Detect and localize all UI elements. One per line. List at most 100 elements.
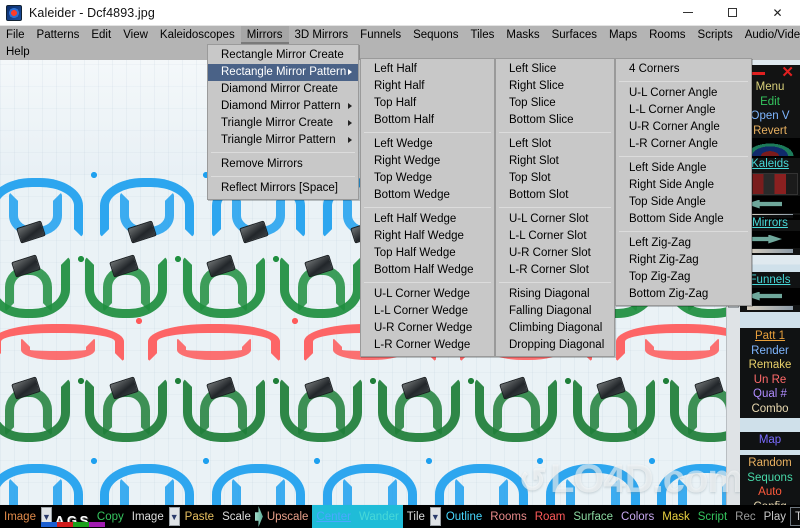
- toolbar-button-rooms[interactable]: Rooms: [486, 505, 530, 528]
- menu-item-bottom-half-wedge[interactable]: Bottom Half Wedge: [361, 262, 494, 279]
- right-toolbar-button-map[interactable]: Map: [740, 433, 800, 448]
- menu-item-sequons[interactable]: Sequons: [407, 26, 464, 44]
- menu-item-patterns[interactable]: Patterns: [31, 26, 86, 44]
- toolbar-button-outline[interactable]: Outline: [442, 505, 486, 528]
- menu-item-l-r-corner-slot[interactable]: L-R Corner Slot: [496, 262, 614, 279]
- menu-item-top-slice[interactable]: Top Slice: [496, 95, 614, 112]
- menu-item-u-r-corner-angle[interactable]: U-R Corner Angle: [616, 119, 751, 136]
- right-toolbar-button-remake[interactable]: Remake: [740, 358, 800, 373]
- menu-item-surfaces[interactable]: Surfaces: [546, 26, 603, 44]
- menu-item-diamond-mirror-create[interactable]: Diamond Mirror Create: [208, 81, 358, 98]
- rectangle-mirror-pattern-submenu-column-1[interactable]: Left Half Right Half Top Half Bottom Half Le…: [360, 58, 495, 357]
- menu-item-left-slice[interactable]: Left Slice: [496, 61, 614, 78]
- right-toolbar-button-patt-1[interactable]: Patt 1: [740, 329, 800, 344]
- toolbar-button-image[interactable]: Image: [0, 505, 40, 528]
- menu-item-funnels[interactable]: Funnels: [354, 26, 407, 44]
- toolbar-button-image[interactable]: Image: [128, 505, 168, 528]
- menu-item-edit[interactable]: Edit: [85, 26, 117, 44]
- menu-item-left-side-angle[interactable]: Left Side Angle: [616, 160, 751, 177]
- menu-item-triangle-mirror-pattern[interactable]: Triangle Mirror Pattern: [208, 132, 358, 149]
- toolbar-button-surface[interactable]: Surface: [569, 505, 617, 528]
- slider-track[interactable]: [747, 305, 793, 310]
- menu-item-u-r-corner-slot[interactable]: U-R Corner Slot: [496, 245, 614, 262]
- menu-item-bottom-slice[interactable]: Bottom Slice: [496, 112, 614, 129]
- toolbar-button-wander[interactable]: Wander: [354, 505, 403, 528]
- menu-item-help[interactable]: Help: [0, 46, 36, 58]
- menu-item-right-half[interactable]: Right Half: [361, 78, 494, 95]
- menu-item-u-l-corner-angle[interactable]: U-L Corner Angle: [616, 85, 751, 102]
- maximize-button[interactable]: [710, 0, 755, 26]
- menu-item-bottom-side-angle[interactable]: Bottom Side Angle: [616, 211, 751, 228]
- menu-item-top-wedge[interactable]: Top Wedge: [361, 170, 494, 187]
- menu-item-left-half[interactable]: Left Half: [361, 61, 494, 78]
- menu-item-view[interactable]: View: [117, 26, 154, 44]
- menu-item-climbing-diagonal[interactable]: Climbing Diagonal: [496, 320, 614, 337]
- toolbar-button-script[interactable]: Script: [694, 505, 731, 528]
- menu-item-rising-diagonal[interactable]: Rising Diagonal: [496, 286, 614, 303]
- menu-item-falling-diagonal[interactable]: Falling Diagonal: [496, 303, 614, 320]
- menu-item-bottom-wedge[interactable]: Bottom Wedge: [361, 187, 494, 204]
- scale-arrow-button[interactable]: [254, 506, 263, 527]
- menu-item-right-half-wedge[interactable]: Right Half Wedge: [361, 228, 494, 245]
- menu-item-bottom-slot[interactable]: Bottom Slot: [496, 187, 614, 204]
- menu-item-rooms[interactable]: Rooms: [643, 26, 691, 44]
- menu-item-rectangle-mirror-pattern[interactable]: Rectangle Mirror Pattern: [208, 64, 358, 81]
- menu-item-top-side-angle[interactable]: Top Side Angle: [616, 194, 751, 211]
- menu-item-right-wedge[interactable]: Right Wedge: [361, 153, 494, 170]
- menu-item-mirrors[interactable]: Mirrors: [240, 26, 289, 44]
- menu-item-top-half[interactable]: Top Half: [361, 95, 494, 112]
- menu-item-l-l-corner-wedge[interactable]: L-L Corner Wedge: [361, 303, 494, 320]
- menu-item-left-zig-zag[interactable]: Left Zig-Zag: [616, 235, 751, 252]
- right-toolbar-button-auto[interactable]: Auto: [740, 485, 800, 500]
- menu-item-u-r-corner-wedge[interactable]: U-R Corner Wedge: [361, 320, 494, 337]
- menu-item-right-slice[interactable]: Right Slice: [496, 78, 614, 95]
- menu-item-3d-mirrors[interactable]: 3D Mirrors: [289, 26, 355, 44]
- toolbar-button-roam[interactable]: Roam: [531, 505, 570, 528]
- right-toolbar-button-qual[interactable]: Qual #: [740, 387, 800, 402]
- right-toolbar-button-combo[interactable]: Combo: [740, 402, 800, 417]
- menu-item-right-slot[interactable]: Right Slot: [496, 153, 614, 170]
- slider-track[interactable]: [747, 248, 793, 253]
- menu-item-tiles[interactable]: Tiles: [465, 26, 501, 44]
- menu-item-l-r-corner-angle[interactable]: L-R Corner Angle: [616, 136, 751, 153]
- menu-item-4-corners[interactable]: 4 Corners: [616, 61, 751, 78]
- menu-item-masks[interactable]: Masks: [500, 26, 545, 44]
- menu-item-top-slot[interactable]: Top Slot: [496, 170, 614, 187]
- menu-item-top-half-wedge[interactable]: Top Half Wedge: [361, 245, 494, 262]
- menu-item-l-l-corner-slot[interactable]: L-L Corner Slot: [496, 228, 614, 245]
- close-x-icon[interactable]: ✕: [781, 65, 794, 80]
- toolbar-button-upscale[interactable]: Upscale: [263, 505, 313, 528]
- menu-item-left-half-wedge[interactable]: Left Half Wedge: [361, 211, 494, 228]
- menu-item-bottom-zig-zag[interactable]: Bottom Zig-Zag: [616, 286, 751, 303]
- right-toolbar-button-sequons[interactable]: Sequons: [740, 471, 800, 486]
- toolbar-button-rec[interactable]: Rec: [731, 505, 759, 528]
- menu-item-bottom-half[interactable]: Bottom Half: [361, 112, 494, 129]
- menu-item-kaleidoscopes[interactable]: Kaleidoscopes: [154, 26, 241, 44]
- toolbar-button-scale[interactable]: Scale: [218, 505, 255, 528]
- menu-item-rectangle-mirror-create[interactable]: Rectangle Mirror Create: [208, 47, 358, 64]
- right-toolbar-button-random[interactable]: Random: [740, 456, 800, 471]
- toolbar-button-tile[interactable]: Tile: [403, 505, 429, 528]
- menu-item-reflect-mirrors-space[interactable]: Reflect Mirrors [Space]: [208, 180, 358, 197]
- toolbar-button-play[interactable]: Play: [760, 505, 790, 528]
- menu-item-file[interactable]: File: [0, 26, 31, 44]
- toolbar-button-center[interactable]: Center: [312, 505, 355, 528]
- rectangle-mirror-pattern-submenu-column-2[interactable]: Left Slice Right Slice Top Slice Bottom Sli…: [495, 58, 615, 357]
- menu-item-triangle-mirror-create[interactable]: Triangle Mirror Create: [208, 115, 358, 132]
- menu-item-maps[interactable]: Maps: [603, 26, 643, 44]
- menu-item-l-l-corner-angle[interactable]: L-L Corner Angle: [616, 102, 751, 119]
- menu-item-remove-mirrors[interactable]: Remove Mirrors: [208, 156, 358, 173]
- minimize-button[interactable]: [665, 0, 710, 26]
- toolbar-button-paste[interactable]: Paste: [181, 505, 218, 528]
- menu-item-left-slot[interactable]: Left Slot: [496, 136, 614, 153]
- menu-item-u-l-corner-wedge[interactable]: U-L Corner Wedge: [361, 286, 494, 303]
- dropdown-arrow-button[interactable]: ▼: [168, 507, 180, 526]
- menu-item-audio-video[interactable]: Audio/Video: [739, 26, 800, 44]
- menu-item-dropping-diagonal[interactable]: Dropping Diagonal: [496, 337, 614, 354]
- menu-item-right-side-angle[interactable]: Right Side Angle: [616, 177, 751, 194]
- toolbar-button-mask[interactable]: Mask: [658, 505, 693, 528]
- menu-item-top-zig-zag[interactable]: Top Zig-Zag: [616, 269, 751, 286]
- menu-item-scripts[interactable]: Scripts: [692, 26, 739, 44]
- right-toolbar-button-render[interactable]: Render: [740, 344, 800, 359]
- menu-item-l-r-corner-wedge[interactable]: L-R Corner Wedge: [361, 337, 494, 354]
